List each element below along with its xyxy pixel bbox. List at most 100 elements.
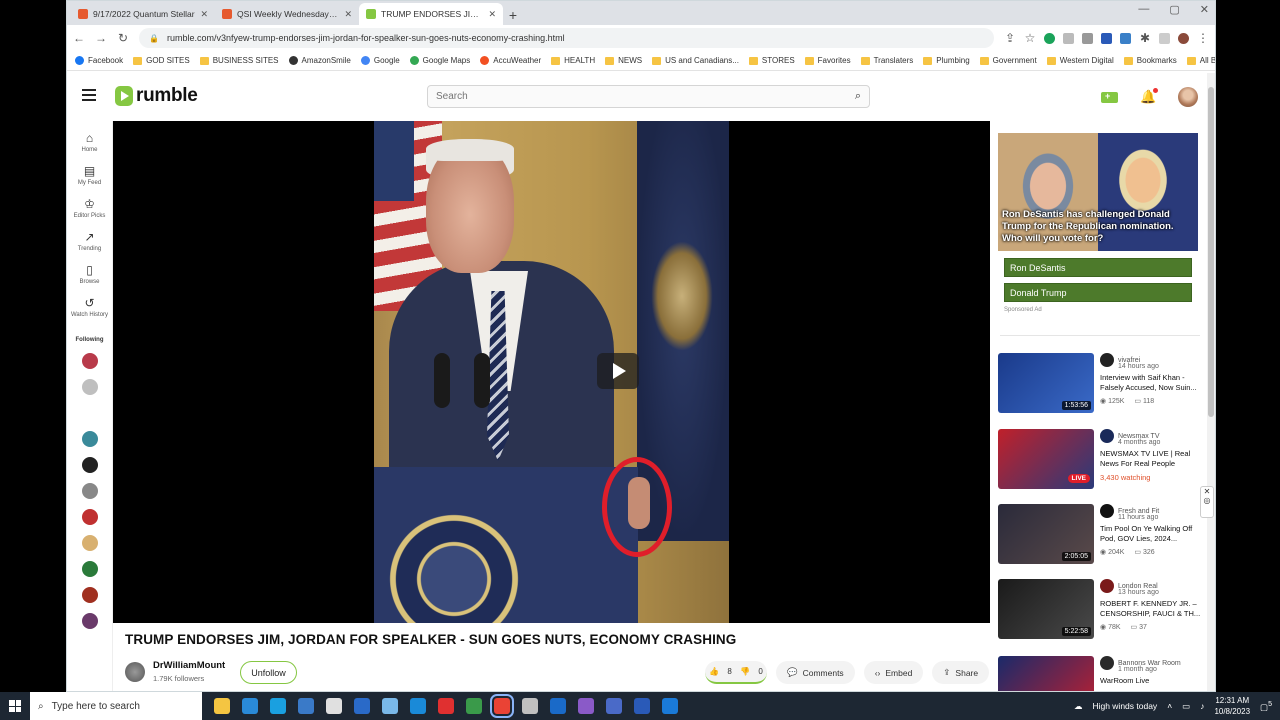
taskbar-app-icon[interactable] — [382, 698, 398, 714]
taskbar-app-icon[interactable] — [242, 698, 258, 714]
bookmark-item[interactable]: Facebook — [75, 56, 123, 65]
recommended-video[interactable]: Bannons War Room 1 month ago WarRoom Liv… — [998, 656, 1204, 691]
bookmark-item[interactable]: HEALTH — [551, 56, 595, 65]
bookmark-item[interactable]: BUSINESS SITES — [199, 56, 279, 65]
nav-item-trending[interactable]: ↗ Trending — [67, 230, 112, 253]
taskbar-app-icon[interactable] — [410, 698, 426, 714]
nav-item-home[interactable]: ⌂ Home — [67, 131, 112, 154]
nav-item-editor-picks[interactable]: ♔ Editor Picks — [67, 197, 112, 220]
rec-title[interactable]: WarRoom Live — [1100, 676, 1204, 686]
ad-image[interactable]: Ron DeSantis has challenged Donald Trump… — [998, 133, 1198, 251]
hamburger-menu-icon[interactable] — [82, 89, 96, 104]
widget-icon[interactable]: ◎ — [1204, 496, 1211, 505]
taskbar-app-icon[interactable] — [490, 694, 514, 718]
user-avatar[interactable] — [1178, 87, 1199, 107]
following-channel-avatar[interactable] — [81, 535, 98, 551]
back-icon[interactable]: ← — [73, 31, 85, 45]
nav-item-browse[interactable]: ▯ Browse — [67, 263, 112, 286]
extension-icon[interactable] — [1101, 32, 1112, 44]
rec-title[interactable]: ROBERT F. KENNEDY JR. – CENSORSHIP, FAUC… — [1100, 599, 1204, 619]
profile-avatar-icon[interactable] — [1178, 32, 1189, 44]
taskbar-search[interactable]: ⌕ Type here to search — [30, 692, 202, 720]
bookmark-star-icon[interactable]: ☆ — [1024, 31, 1036, 45]
bookmark-item[interactable]: Western Digital — [1046, 56, 1114, 65]
network-icon[interactable]: ▭ — [1182, 701, 1190, 712]
following-channel-avatar[interactable] — [81, 483, 98, 499]
channel-avatar[interactable] — [125, 661, 145, 682]
share-button[interactable]: ⇪ Share — [932, 661, 990, 684]
new-tab-button[interactable]: + — [503, 5, 523, 25]
rec-title[interactable]: Interview with Saif Khan - Falsely Accus… — [1100, 373, 1204, 393]
forward-icon[interactable]: → — [95, 31, 107, 45]
following-channel-avatar[interactable] — [81, 509, 98, 525]
following-channel-avatar[interactable] — [81, 613, 98, 629]
thumbs-up-icon[interactable]: 👍 — [709, 667, 719, 676]
extension-icon[interactable] — [1120, 32, 1131, 44]
weather-text[interactable]: High winds today — [1092, 701, 1157, 711]
notification-icon[interactable]: ▢5 — [1260, 700, 1272, 713]
rec-title[interactable]: NEWSMAX TV LIVE | Real News For Real Peo… — [1100, 449, 1204, 469]
bookmark-item[interactable]: Plumbing — [923, 56, 970, 65]
following-channel-avatar[interactable] — [81, 431, 98, 447]
maximize-icon[interactable]: ▢ — [1169, 3, 1179, 16]
bookmark-item[interactable]: Google Maps — [409, 56, 470, 65]
puzzle-icon[interactable]: ✱ — [1139, 31, 1151, 45]
bookmark-item[interactable]: GOD SITES — [133, 56, 190, 65]
video-player[interactable] — [113, 121, 990, 623]
taskbar-app-icon[interactable] — [662, 698, 678, 714]
search-icon[interactable]: ⌕ — [855, 90, 861, 103]
following-channel-avatar[interactable] — [81, 379, 98, 395]
browser-tab[interactable]: QSI Weekly Wednesday Panel C ✕ — [215, 3, 359, 25]
ad-option-button[interactable]: Ron DeSantis — [1004, 258, 1192, 277]
video-thumbnail[interactable]: LIVE — [998, 429, 1094, 489]
play-button-icon[interactable] — [597, 353, 639, 389]
taskbar-app-icon[interactable] — [270, 698, 286, 714]
recommended-video[interactable]: 5:22:58 London Real 13 hours ago ROBERT … — [998, 579, 1204, 643]
channel-name[interactable]: DrWilliamMount — [153, 660, 225, 671]
following-channel-avatar[interactable] — [81, 405, 98, 421]
tray-chevron-icon[interactable]: ˄ — [1167, 701, 1172, 711]
taskbar-app-icon[interactable] — [438, 698, 454, 714]
taskbar-app-icon[interactable] — [214, 698, 230, 714]
page-scrollbar[interactable] — [1207, 73, 1215, 691]
scrollbar-thumb[interactable] — [1208, 87, 1214, 417]
reload-icon[interactable]: ↻ — [117, 31, 129, 45]
taskbar-app-icon[interactable] — [466, 698, 482, 714]
notification-bell-icon[interactable]: 🔔 — [1140, 88, 1159, 105]
bookmark-item[interactable]: Google — [360, 56, 400, 65]
start-button[interactable] — [0, 692, 30, 720]
bookmark-item[interactable]: Favorites — [804, 56, 851, 65]
all-bookmarks[interactable]: All Bookmarks — [1186, 56, 1215, 65]
minimize-icon[interactable]: — — [1138, 3, 1149, 16]
unfollow-button[interactable]: Unfollow — [240, 661, 297, 684]
bookmark-item[interactable]: Translaters — [860, 56, 913, 65]
taskbar-app-icon[interactable] — [326, 698, 342, 714]
embed-button[interactable]: ‹› Embed — [863, 661, 924, 684]
bookmark-item[interactable]: AmazonSmile — [288, 56, 351, 65]
extension-icon[interactable] — [1044, 32, 1055, 44]
upload-video-icon[interactable] — [1101, 91, 1118, 103]
video-thumbnail[interactable]: 1:53:56 — [998, 353, 1094, 413]
menu-dots-icon[interactable]: ⋮ — [1197, 31, 1209, 45]
video-thumbnail[interactable]: 5:22:58 — [998, 579, 1094, 639]
taskbar-app-icon[interactable] — [578, 698, 594, 714]
bookmark-item[interactable]: US and Canadians... — [652, 56, 739, 65]
close-icon[interactable]: ✕ — [1204, 487, 1211, 496]
nav-item-watch-history[interactable]: ↺ Watch History — [67, 296, 112, 319]
recommended-video[interactable]: 2:05:05 Fresh and Fit 11 hours ago Tim P… — [998, 504, 1204, 568]
bookmark-item[interactable]: Bookmarks — [1123, 56, 1177, 65]
taskbar-app-icon[interactable] — [354, 698, 370, 714]
recommended-video[interactable]: 1:53:56 vivafrei 14 hours ago Interview … — [998, 353, 1204, 417]
bookmark-item[interactable]: STORES — [748, 56, 795, 65]
share-page-icon[interactable]: ⇪ — [1004, 31, 1016, 45]
sidepanel-icon[interactable] — [1159, 32, 1170, 44]
extension-icon[interactable] — [1082, 32, 1093, 44]
rumble-logo[interactable]: rumble — [115, 85, 198, 107]
ad-option-button[interactable]: Donald Trump — [1004, 283, 1192, 302]
close-window-icon[interactable]: ✕ — [1200, 3, 1209, 16]
following-channel-avatar[interactable] — [81, 353, 98, 369]
browser-tab[interactable]: TRUMP ENDORSES JIM, JORDAN ✕ — [359, 3, 503, 25]
thumbs-down-icon[interactable]: 👎 — [740, 667, 750, 676]
browser-tab[interactable]: 9/17/2022 Quantum Stellar ✕ — [71, 3, 215, 25]
following-channel-avatar[interactable] — [81, 561, 98, 577]
